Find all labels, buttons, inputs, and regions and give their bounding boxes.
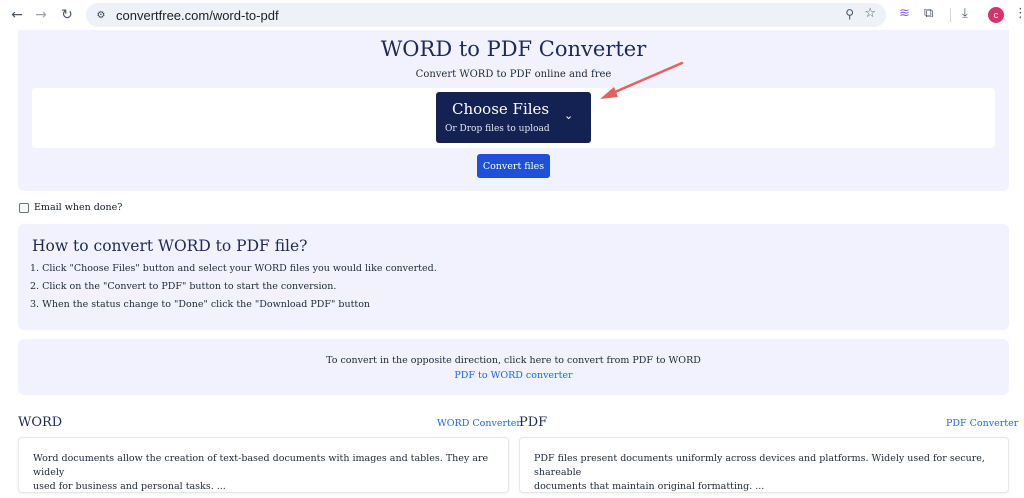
url-text[interactable]: convertfree.com/word-to-pdf [116,8,279,23]
email-when-done-row[interactable]: Email when done? [19,202,122,213]
toolbar-divider [950,8,951,22]
site-settings-icon[interactable]: ⚙ [94,8,108,22]
chevron-down-icon[interactable]: ⌄ [564,109,573,122]
zoom-icon[interactable]: ⚲ [845,7,854,21]
download-icon[interactable]: ⤓ [962,6,968,21]
converter-panel: WORD to PDF Converter Convert WORD to PD… [18,30,1009,191]
pdf-to-word-link[interactable]: PDF to WORD converter [18,370,1009,381]
opposite-direction-text: To convert in the opposite direction, cl… [326,355,701,366]
file-dropzone[interactable]: Choose Files Or Drop files to upload ⌄ [32,88,995,148]
page-title: WORD to PDF Converter [380,37,647,61]
address-bar[interactable]: ⚙ convertfree.com/word-to-pdf ⚲ ☆ [86,3,886,27]
howto-step: 2. Click on the "Convert to PDF" button … [30,281,337,292]
menu-kebab-icon[interactable]: ⋮ [1014,6,1024,21]
pdf-format-title: PDF [519,415,548,430]
pdf-format-card: PDF files present documents uniformly ac… [519,437,1009,493]
extensions-puzzle-icon[interactable]: ⧉ [924,6,933,21]
howto-step: 3. When the status change to "Done" clic… [30,299,371,310]
word-format-description: Word documents allow the creation of tex… [33,453,489,492]
browser-toolbar: ← → ↻ ⚙ convertfree.com/word-to-pdf ⚲ ☆ … [0,0,1024,30]
pdf-converter-link[interactable]: PDF Converter [946,418,1018,429]
profile-avatar[interactable]: c [988,7,1004,23]
word-converter-link[interactable]: WORD Converter [437,418,521,429]
annotation-arrow-icon [600,61,684,99]
pdf-format-description: PDF files present documents uniformly ac… [534,453,985,492]
forward-arrow-icon[interactable]: → [30,4,52,26]
email-label[interactable]: Email when done? [34,202,122,213]
extension-icon[interactable]: ≋ [899,6,910,21]
opposite-direction-panel: To convert in the opposite direction, cl… [18,339,1009,395]
bookmark-star-icon[interactable]: ☆ [864,6,876,21]
back-arrow-icon[interactable]: ← [6,4,28,26]
email-checkbox[interactable] [19,202,29,213]
word-format-card: Word documents allow the creation of tex… [18,437,509,493]
reload-icon[interactable]: ↻ [56,4,78,26]
drop-hint: Or Drop files to upload [445,124,550,134]
howto-panel: How to convert WORD to PDF file? 1. Clic… [18,224,1009,330]
page-subtitle: Convert WORD to PDF online and free [415,69,612,80]
howto-step: 1. Click "Choose Files" button and selec… [30,263,437,274]
word-format-title: WORD [18,415,63,430]
choose-files-button[interactable]: Choose Files Or Drop files to upload ⌄ [436,92,591,143]
howto-title: How to convert WORD to PDF file? [32,237,308,255]
convert-files-button[interactable]: Convert files [477,154,550,178]
choose-files-label: Choose Files [452,100,550,118]
